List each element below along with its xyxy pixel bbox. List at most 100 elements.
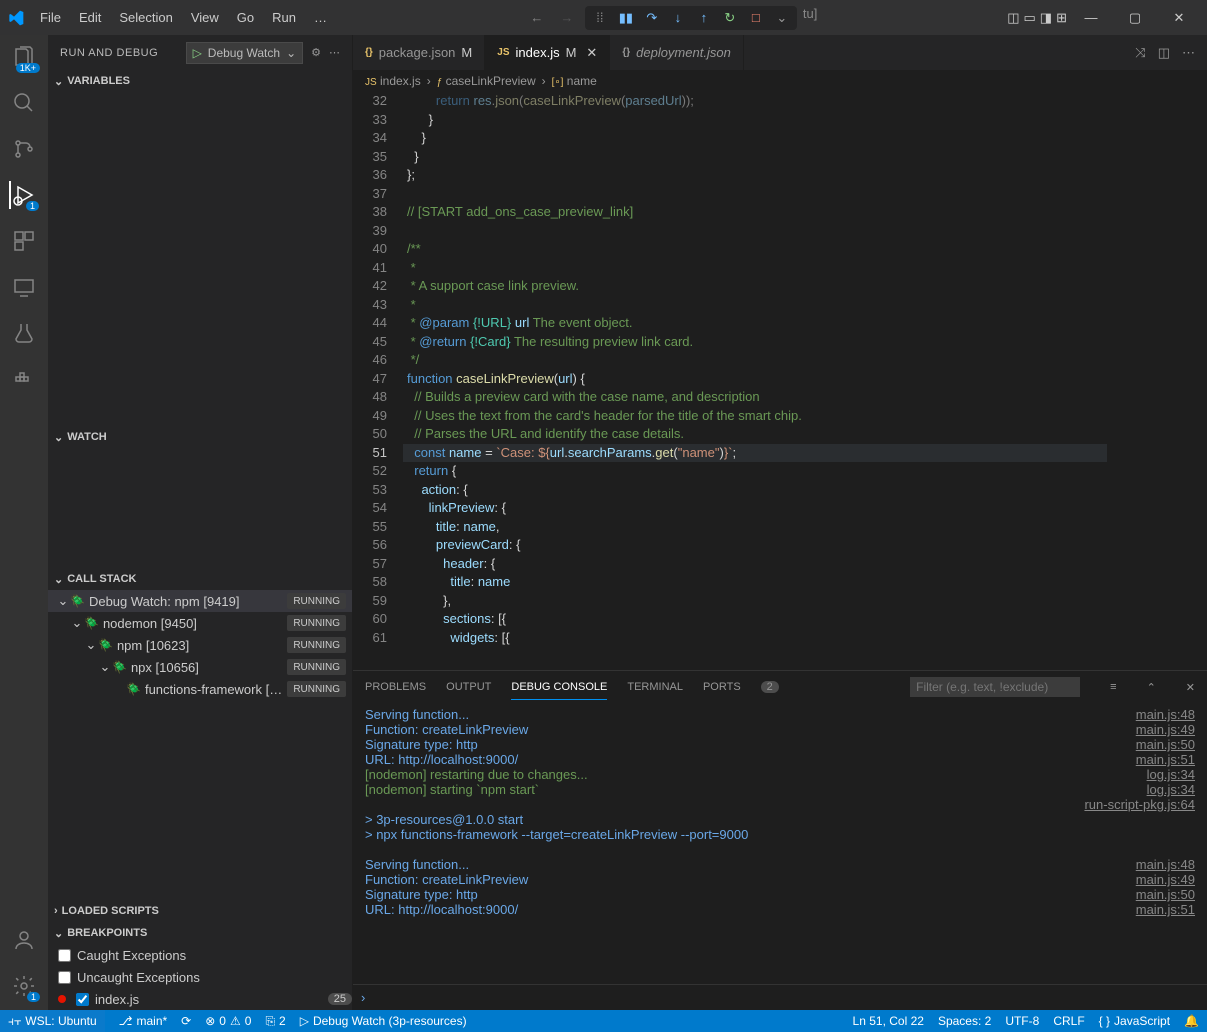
console-source-link[interactable]: log.js:34 [1135,767,1195,782]
panel-tab-problems[interactable]: PROBLEMS [365,675,426,699]
bp-uncaught[interactable]: Uncaught Exceptions [48,966,352,988]
menu-go[interactable]: Go [229,6,262,29]
gear-icon[interactable]: ⚙ [311,46,321,59]
maximize-button[interactable]: ▢ [1115,3,1155,33]
remote-explorer-icon[interactable] [10,273,38,301]
minimap[interactable] [1107,92,1207,670]
code-line[interactable]: header: { [403,555,1107,574]
console-source-link[interactable]: main.js:49 [1124,872,1195,887]
code-line[interactable]: previewCard: { [403,536,1107,555]
section-breakpoints[interactable]: ⌄BREAKPOINTS [48,922,352,944]
checkbox[interactable] [58,971,71,984]
testing-icon[interactable] [10,319,38,347]
code-line[interactable]: * @return {!Card} The resulting preview … [403,333,1107,352]
step-over-icon[interactable]: ↷ [643,9,661,27]
panel-tab-terminal[interactable]: TERMINAL [627,675,683,699]
more-icon[interactable]: ⋯ [329,46,340,59]
indent[interactable]: Spaces: 2 [938,1014,991,1028]
code-line[interactable]: } [403,148,1107,167]
code-line[interactable] [403,222,1107,241]
run-debug-icon[interactable]: 1 [9,181,37,209]
section-callstack[interactable]: ⌄CALL STACK [48,568,352,590]
minimize-button[interactable]: — [1071,3,1111,33]
bp-caught[interactable]: Caught Exceptions [48,944,352,966]
callstack-row[interactable]: ⌄🪲Debug Watch: npm [9419]RUNNING [48,590,352,612]
console-source-link[interactable]: main.js:48 [1124,707,1195,722]
stop-icon[interactable]: □ [747,9,765,27]
menu-file[interactable]: File [32,6,69,29]
debug-repl-input[interactable]: › [353,984,1207,1010]
code-line[interactable]: title: name, [403,518,1107,537]
console-source-link[interactable]: main.js:48 [1124,857,1195,872]
menu-edit[interactable]: Edit [71,6,109,29]
debug-status[interactable]: ▷ Debug Watch (3p-resources) [300,1014,467,1028]
chevron-up-icon[interactable]: ⌃ [1147,681,1156,694]
console-source-link[interactable]: run-script-pkg.js:64 [1072,797,1195,812]
split-editor-icon[interactable]: ◫ [1158,45,1170,61]
code-line[interactable]: * @param {!URL} url The event object. [403,314,1107,333]
restart-icon[interactable]: ↻ [721,9,739,27]
problems[interactable]: ⊗ 0 ⚠ 0 [205,1014,251,1028]
cursor-position[interactable]: Ln 51, Col 22 [853,1014,924,1028]
code-line[interactable]: }, [403,592,1107,611]
panel-tab-ports[interactable]: PORTS [703,675,741,699]
ports-forwarded[interactable]: ⎘ 2 [265,1014,285,1029]
panel-toggle-icon[interactable]: ▭ [1024,10,1036,26]
code-line[interactable]: * [403,259,1107,278]
code-line[interactable]: title: name [403,573,1107,592]
step-into-icon[interactable]: ↓ [669,9,687,27]
code-line[interactable]: * A support case link preview. [403,277,1107,296]
drag-handle-icon[interactable]: ⁞⁞ [591,9,609,27]
notifications-icon[interactable]: 🔔 [1184,1014,1199,1028]
more-icon[interactable]: ⋯ [1182,45,1195,61]
section-loaded-scripts[interactable]: ›LOADED SCRIPTS [48,900,352,922]
code-line[interactable]: // Uses the text from the card's header … [403,407,1107,426]
code-line[interactable]: // Parses the URL and identify the case … [403,425,1107,444]
breadcrumbs[interactable]: JS index.js›ƒ caseLinkPreview›[∘] name [353,70,1207,92]
code-editor[interactable]: return res.json(caseLinkPreview(parsedUr… [403,92,1107,670]
menu-…[interactable]: … [306,6,335,29]
code-line[interactable]: sections: [{ [403,610,1107,629]
code-line[interactable]: */ [403,351,1107,370]
source-control-icon[interactable] [10,135,38,163]
accounts-icon[interactable] [10,926,38,954]
menu-run[interactable]: Run [264,6,304,29]
explorer-icon[interactable]: 1K+ [10,43,38,71]
bp-file[interactable]: index.js25 [48,988,352,1010]
code-line[interactable]: action: { [403,481,1107,500]
callstack-row[interactable]: 🪲functions-framework [106…RUNNING [48,678,352,700]
console-source-link[interactable]: main.js:51 [1124,902,1195,917]
git-branch[interactable]: ⎇ main* [119,1014,168,1028]
compare-icon[interactable]: ⤨ [1135,45,1145,61]
filter-icon[interactable]: ≡ [1110,681,1116,693]
checkbox[interactable] [76,993,89,1006]
nav-forward-icon[interactable]: → [555,6,579,30]
console-source-link[interactable]: log.js:34 [1135,782,1195,797]
filter-input[interactable] [910,677,1080,697]
section-variables[interactable]: ⌄VARIABLES [48,70,352,92]
code-line[interactable]: const name = `Case: ${url.searchParams.g… [403,444,1107,463]
menu-view[interactable]: View [183,6,227,29]
panel-tab-debug-console[interactable]: DEBUG CONSOLE [511,675,607,700]
debug-dropdown-icon[interactable]: ⌄ [773,9,791,27]
extensions-icon[interactable] [10,227,38,255]
code-line[interactable]: * [403,296,1107,315]
close-icon[interactable]: ✕ [1186,681,1195,694]
encoding[interactable]: UTF-8 [1005,1014,1039,1028]
close-button[interactable]: ✕ [1159,3,1199,33]
code-line[interactable]: }; [403,166,1107,185]
section-watch[interactable]: ⌄WATCH [48,426,352,448]
tab-package.json[interactable]: {}package.jsonM [353,35,485,70]
console-source-link[interactable]: main.js:51 [1124,752,1195,767]
callstack-row[interactable]: ⌄🪲npx [10656]RUNNING [48,656,352,678]
code-line[interactable]: linkPreview: { [403,499,1107,518]
docker-icon[interactable] [10,365,38,393]
nav-back-icon[interactable]: ← [525,6,549,30]
code-line[interactable]: /** [403,240,1107,259]
sidebar-right-icon[interactable]: ◨ [1040,10,1052,26]
code-line[interactable]: return { [403,462,1107,481]
code-line[interactable]: // Builds a preview card with the case n… [403,388,1107,407]
checkbox[interactable] [58,949,71,962]
debug-config-select[interactable]: ▷ Debug Watch ⌄ [186,42,304,64]
close-icon[interactable]: ✕ [586,45,597,61]
